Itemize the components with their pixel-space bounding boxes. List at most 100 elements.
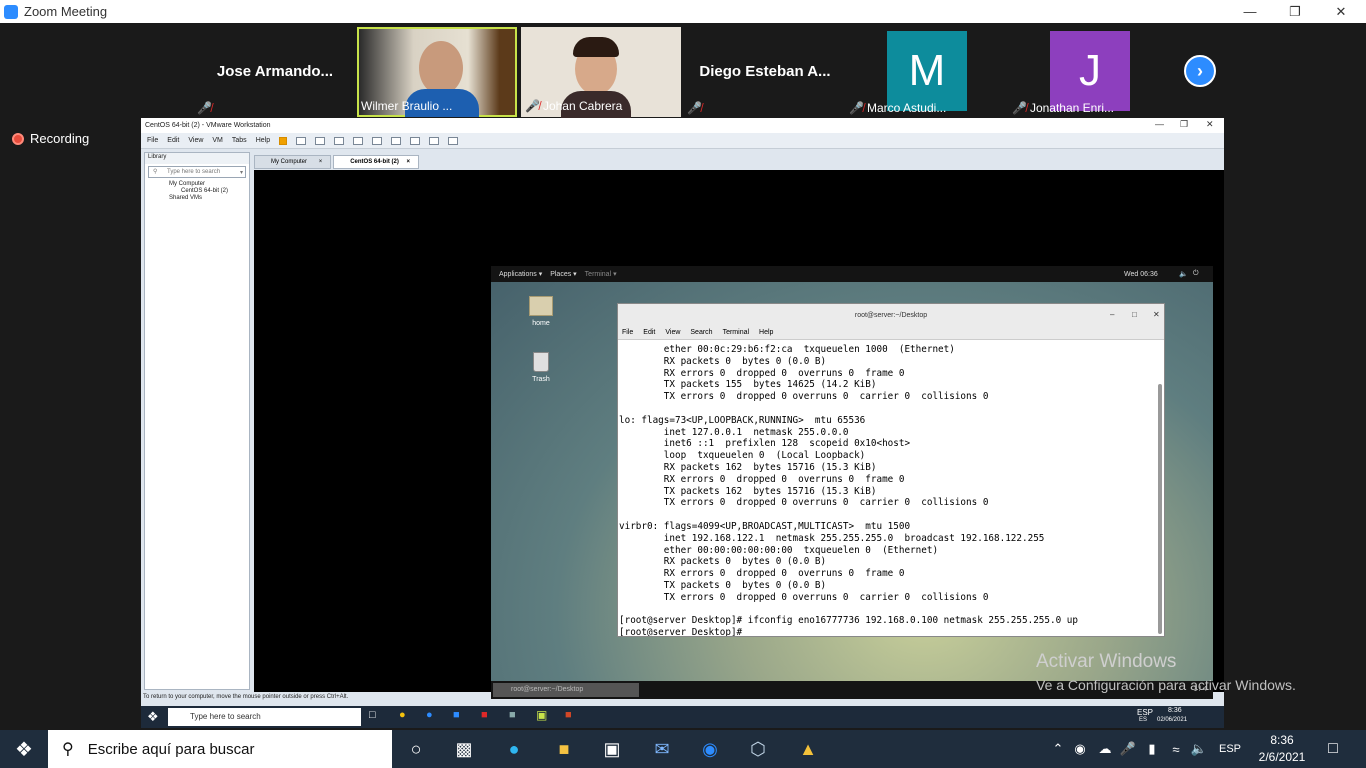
terminal-menu-view[interactable]: View — [665, 329, 680, 336]
centos-desktop[interactable]: Applications ▾ Places ▾ Terminal ▾ Wed 0… — [491, 266, 1213, 699]
file-explorer-icon[interactable]: ■ — [551, 736, 577, 762]
unity-icon[interactable] — [429, 136, 440, 145]
vm-console[interactable]: Applications ▾ Places ▾ Terminal ▾ Wed 0… — [254, 170, 1224, 699]
vm-close-button[interactable]: ✕ — [1206, 119, 1214, 130]
recording-label: Recording — [30, 131, 90, 146]
places-menu[interactable]: Places ▾ — [550, 270, 576, 278]
browser-icon[interactable]: ● — [426, 709, 433, 721]
zoom-app-icon[interactable]: ■ — [453, 709, 460, 721]
search-icon: ⚲ — [153, 169, 158, 175]
terminal-maximize-button[interactable]: □ — [1132, 310, 1137, 319]
participant-tile[interactable]: Jose Armando... 🎤̸ — [195, 27, 355, 117]
muted-mic-icon: 🎤̸ — [525, 99, 540, 113]
participant-tile[interactable]: M 🎤̸ Marco Astudi... — [847, 27, 1007, 117]
trash-desktop-icon[interactable]: Trash — [521, 352, 561, 383]
close-button[interactable]: ✕ — [1318, 0, 1364, 23]
participant-tile[interactable]: J 🎤̸ Jonathan Enri... — [1010, 27, 1170, 117]
console-view-icon[interactable] — [448, 136, 459, 145]
maximize-button[interactable]: ❐ — [1272, 0, 1318, 23]
participant-name: Jose Armando... — [216, 63, 334, 80]
tree-item-centos[interactable]: CentOS 64-bit (2) — [145, 187, 249, 194]
minimize-button[interactable]: — — [1227, 0, 1273, 23]
terminal-scrollbar[interactable] — [1158, 384, 1162, 634]
vm-maximize-button[interactable]: ❐ — [1180, 119, 1188, 130]
revert-snapshot-icon[interactable] — [334, 136, 345, 145]
remote-desktop-icon[interactable]: ▲ — [795, 736, 821, 762]
task-view-icon[interactable]: ▩ — [451, 736, 477, 762]
active-app-icon[interactable]: ▣ — [536, 708, 547, 722]
tab-my-computer[interactable]: My Computer × — [254, 155, 332, 169]
applications-menu[interactable]: Applications ▾ — [499, 270, 542, 278]
vmware-app-icon[interactable]: ■ — [509, 709, 516, 721]
remote-start-icon[interactable]: ❖ — [147, 709, 159, 725]
terminal-output[interactable]: ether 00:0c:29:b6:f2:ca txqueuelen 1000 … — [619, 342, 1159, 636]
power-icon[interactable]: ⏻ — [1193, 270, 1199, 278]
vm-minimize-button[interactable]: — — [1155, 119, 1164, 129]
task-view-icon[interactable]: □ — [369, 709, 376, 721]
volume-icon[interactable]: 🔈 — [1186, 736, 1212, 762]
menu-tabs[interactable]: Tabs — [232, 137, 247, 144]
start-windows-icon[interactable]: ❖ — [11, 736, 37, 762]
terminal-close-button[interactable]: ✕ — [1153, 310, 1160, 319]
close-tab-icon[interactable]: × — [407, 159, 411, 165]
remote-lang-indicator[interactable]: ESP — [1137, 708, 1153, 717]
snapshot-icon[interactable] — [315, 136, 326, 145]
menu-help[interactable]: Help — [256, 137, 270, 144]
camera-icon[interactable]: ◉ — [1067, 736, 1093, 762]
window-list-item[interactable]: root@server:~/Desktop — [493, 683, 639, 697]
powerpoint-icon[interactable]: ■ — [565, 709, 572, 721]
store-icon[interactable]: ▣ — [599, 736, 625, 762]
home-desktop-icon[interactable]: home — [521, 296, 561, 327]
manage-snapshots-icon[interactable] — [353, 136, 364, 145]
terminal-menu-help[interactable]: Help — [759, 329, 773, 336]
participant-video-tile[interactable]: 🎤̸ Johan Cabrera — [521, 27, 681, 119]
terminal-menu-search[interactable]: Search — [690, 329, 712, 336]
pdf-icon[interactable]: ■ — [481, 709, 488, 721]
chevron-down-icon[interactable]: ▾ — [240, 169, 243, 176]
pause-icon[interactable] — [279, 136, 288, 145]
participant-tile[interactable]: Diego Esteban A... 🎤̸ — [685, 27, 845, 117]
remote-search-input[interactable]: Type here to search — [168, 708, 361, 726]
cortana-icon[interactable]: ○ — [403, 736, 429, 762]
terminal-window[interactable]: root@server:~/Desktop – □ ✕ File Edit Vi… — [617, 303, 1165, 637]
show-library-icon[interactable] — [372, 136, 383, 145]
recording-indicator[interactable]: Recording — [12, 131, 89, 146]
notifications-icon[interactable]: □ — [1320, 736, 1346, 762]
remote-clock-time[interactable]: 8:36 — [1168, 707, 1182, 714]
zoom-taskbar-icon[interactable]: ◉ — [697, 736, 723, 762]
send-keys-icon[interactable] — [296, 136, 307, 145]
full-screen-icon[interactable] — [410, 136, 421, 145]
menu-file[interactable]: File — [147, 137, 158, 144]
gnome-clock[interactable]: Wed 06:36 — [1124, 271, 1158, 278]
thumbnail-bar-icon[interactable] — [391, 136, 402, 145]
language-indicator[interactable]: ESP — [1216, 736, 1244, 762]
terminal-title: root@server:~/Desktop — [854, 311, 928, 319]
terminal-menubar: File Edit View Search Terminal Help — [618, 326, 1164, 340]
mail-icon[interactable]: ✉ — [649, 736, 675, 762]
menu-vm[interactable]: VM — [212, 137, 223, 144]
volume-icon[interactable]: 🔈 — [1179, 270, 1188, 278]
tab-centos[interactable]: CentOS 64-bit (2) × — [333, 155, 420, 169]
terminal-menu-file[interactable]: File — [622, 329, 633, 336]
system-clock[interactable]: 8:36 2/6/2021 — [1252, 732, 1312, 766]
next-page-arrow-icon[interactable]: › — [1184, 55, 1216, 87]
menu-view[interactable]: View — [188, 137, 203, 144]
remote-clock-date[interactable]: 02/06/2021 — [1157, 717, 1187, 723]
terminal-line: RX errors 0 dropped 0 overruns 0 frame 0 — [619, 473, 905, 485]
library-search-input[interactable]: ⚲ Type here to search ▾ — [148, 166, 246, 178]
edge-icon[interactable]: ● — [501, 736, 527, 762]
battery-icon[interactable]: ▮ — [1139, 736, 1165, 762]
participant-video-tile[interactable]: Wilmer Braulio ... — [357, 27, 517, 117]
tree-item-shared-vms[interactable]: Shared VMs — [145, 194, 249, 201]
chrome-icon[interactable]: ● — [399, 709, 406, 721]
microphone-icon[interactable]: 🎤 — [1115, 736, 1141, 762]
menu-edit[interactable]: Edit — [167, 137, 179, 144]
terminal-minimize-button[interactable]: – — [1110, 310, 1114, 319]
close-tab-icon[interactable]: × — [319, 159, 323, 165]
taskbar-search-input[interactable]: ⚲ Escribe aquí para buscar — [48, 730, 392, 768]
terminal-menu-edit[interactable]: Edit — [643, 329, 655, 336]
virtualbox-icon[interactable]: ⬡ — [745, 736, 771, 762]
terminal-app-menu[interactable]: Terminal ▾ — [585, 270, 617, 278]
terminal-menu-terminal[interactable]: Terminal — [723, 329, 749, 336]
tree-item-my-computer[interactable]: My Computer — [145, 180, 249, 187]
